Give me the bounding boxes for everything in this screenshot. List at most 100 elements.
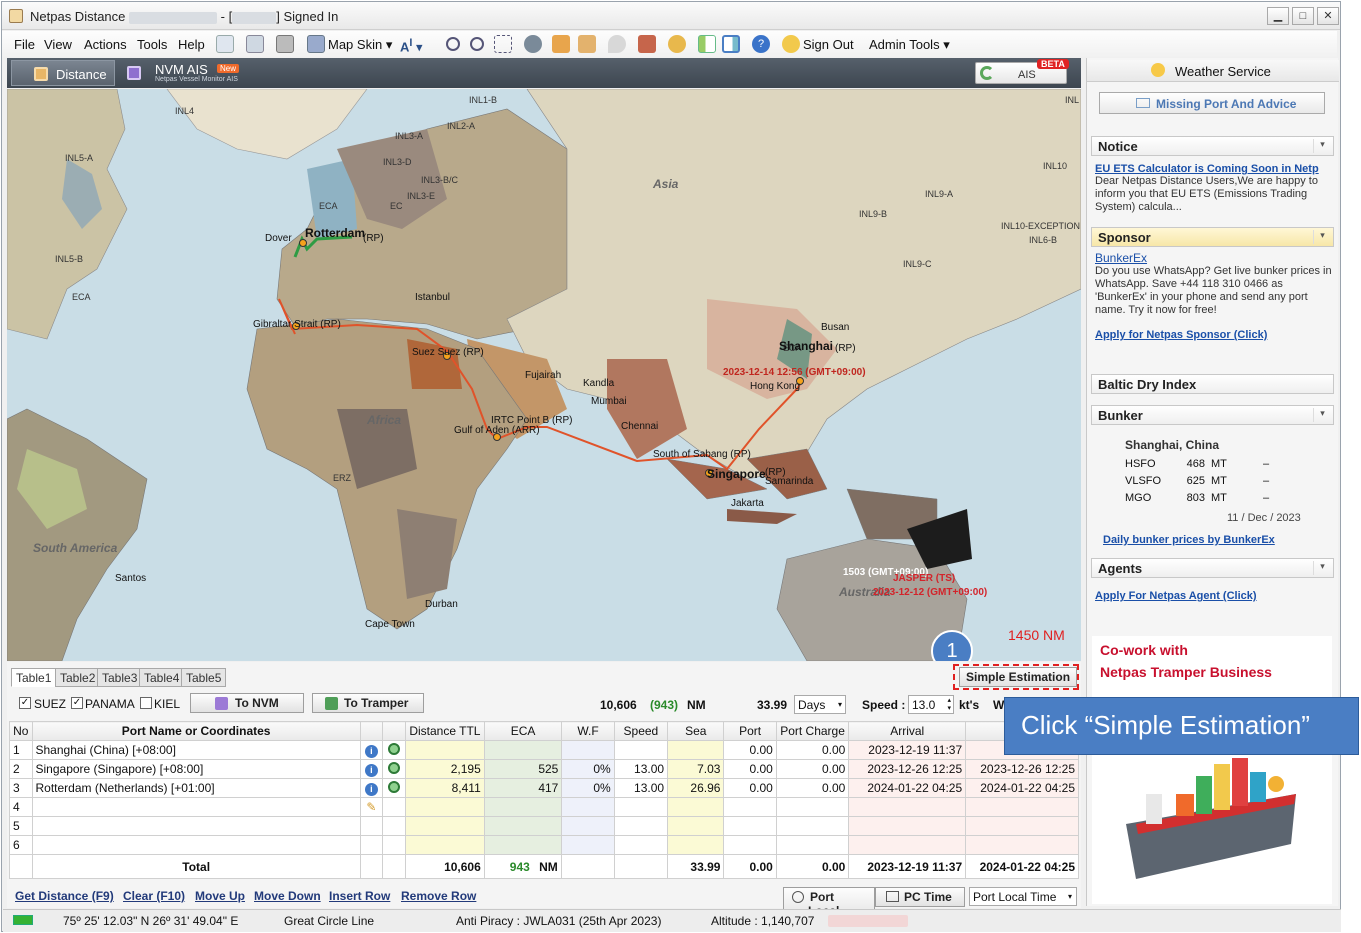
sponsor-link[interactable]: BunkerEx [1095,251,1333,265]
port-charge-cell[interactable]: 0.00 [775,740,850,760]
spinner-icon[interactable]: ▴ ▾ [947,697,951,713]
port-charge-cell[interactable] [775,835,850,855]
route-edit-icon[interactable] [552,35,570,53]
speed-cell[interactable] [613,740,669,760]
wf-cell[interactable] [561,797,615,817]
badge-icon[interactable] [668,35,686,53]
bunker-header[interactable]: Bunker ▾ [1091,405,1334,425]
wf-cell[interactable] [561,740,615,760]
port-charge-cell[interactable] [775,797,850,817]
menu-view[interactable]: View [44,37,72,52]
to-nvm-button[interactable]: To NVM [190,693,304,713]
chevron-down-icon[interactable]: ▾ [1313,139,1331,153]
apply-sponsor-link[interactable]: Apply for Netpas Sponsor (Click) [1095,329,1333,341]
minimize-button[interactable]: ▁ [1267,7,1289,25]
clear-link[interactable]: Clear (F10) [123,889,185,903]
remove-row-link[interactable]: Remove Row [401,889,476,903]
table-row[interactable]: 3 Rotterdam (Netherlands) [+01:00] i 8,411 4… [9,778,1079,798]
move-down-link[interactable]: Move Down [254,889,321,903]
missing-port-button[interactable]: Missing Port And Advice [1099,92,1325,114]
info-icon[interactable]: i [364,782,378,796]
print-icon[interactable] [276,35,294,53]
locate-on-map-icon[interactable] [388,761,400,774]
maximize-button[interactable]: □ [1292,7,1314,25]
agents-header[interactable]: Agents ▾ [1091,558,1334,578]
notepad-icon[interactable] [216,35,234,53]
time-mode-select[interactable]: Port Local Time ▾ [969,887,1077,906]
table-row[interactable]: 1 Shanghai (China) [+08:00] i 0.00 0.00 2023-… [9,740,1079,760]
port-days-cell[interactable]: 0.00 [723,778,777,798]
port-days-cell[interactable] [723,797,777,817]
piracy-icon[interactable] [524,35,542,53]
drop-icon[interactable] [608,35,626,53]
info-icon[interactable]: i [364,763,378,777]
port-name-cell[interactable]: Rotterdam (Netherlands) [+01:00] [31,778,361,798]
port-name-cell[interactable] [31,835,361,855]
pc-time-button[interactable]: PC Time [875,887,965,907]
wf-cell[interactable]: 0% [561,778,615,798]
ship-icon[interactable] [638,35,656,53]
tab-table1[interactable]: Table1 [11,668,57,687]
menu-actions[interactable]: Actions [84,37,127,52]
sign-out-button[interactable]: Sign Out [803,37,854,52]
apply-agent-link[interactable]: Apply For Netpas Agent (Click) [1095,590,1257,602]
port-days-cell[interactable] [723,835,777,855]
to-tramper-button[interactable]: To Tramper [312,693,424,713]
speed-cell[interactable] [613,816,669,836]
tab-table3[interactable]: Table3 [97,668,143,687]
days-unit-select[interactable]: Days ▾ [794,695,846,714]
chevron-down-icon[interactable]: ▾ [1313,408,1331,422]
daily-bunker-link[interactable]: Daily bunker prices by BunkerEx [1103,534,1275,546]
sponsor-header[interactable]: Sponsor ▾ [1091,227,1334,247]
baltic-dry-index-header[interactable]: Baltic Dry Index [1091,374,1334,394]
menu-map-skin[interactable]: Map Skin ▾ [328,37,392,53]
port-name-cell[interactable]: Shanghai (China) [+08:00] [31,740,361,760]
locate-on-map-icon[interactable] [388,780,400,793]
port-days-cell[interactable]: 0.00 [723,759,777,779]
port-days-cell[interactable]: 0.00 [723,740,777,760]
port-charge-cell[interactable] [775,816,850,836]
camera-icon[interactable] [246,35,264,53]
info-icon[interactable]: i [364,744,378,758]
panama-checkbox[interactable]: ✓ [71,697,83,709]
route-tools-icon[interactable] [578,35,596,53]
port-name-cell[interactable] [31,816,361,836]
move-up-link[interactable]: Move Up [195,889,245,903]
fit-map-icon[interactable] [494,35,512,53]
tab-nvm-ais[interactable]: NVM AIS New Netpas Vessel Monitor AIS [123,60,253,86]
weather-service-bar[interactable]: Weather Service [1087,60,1339,82]
port-charge-cell[interactable]: 0.00 [775,759,850,779]
zoom-in-icon[interactable] [446,37,460,51]
kiel-checkbox[interactable] [140,697,152,709]
table-row[interactable]: 4 ✎ [9,797,1079,817]
insert-row-link[interactable]: Insert Row [329,889,390,903]
speed-cell[interactable] [613,797,669,817]
menu-tools[interactable]: Tools [137,37,167,52]
get-distance-link[interactable]: Get Distance (F9) [15,889,114,903]
zoom-out-icon[interactable] [470,37,484,51]
font-size-icon[interactable]: AI ▾ [400,37,423,55]
chevron-down-icon[interactable]: ▾ [1313,561,1331,575]
port-name-cell[interactable] [31,797,361,817]
speed-cell[interactable]: 13.00 [613,778,669,798]
simple-estimation-button[interactable]: Simple Estimation [959,667,1078,687]
help-icon[interactable]: ? [752,35,770,53]
speed-input[interactable]: 13.0 ▴ ▾ [908,695,954,714]
suez-checkbox[interactable]: ✓ [19,697,31,709]
world-map[interactable]: INL1-B INL2-A INL3-A INL3-D INL3-B/C INL… [7,89,1081,661]
tab-table4[interactable]: Table4 [139,668,185,687]
locate-on-map-icon[interactable] [388,742,400,755]
table-row[interactable]: 5 [9,816,1079,836]
layout-left-icon[interactable] [698,35,716,53]
tramper-ad-banner[interactable]: Co-work with Netpas Tramper Business [1092,636,1332,904]
layout-right-icon[interactable] [722,35,740,53]
table-row[interactable]: 6 [9,835,1079,855]
notice-link[interactable]: EU ETS Calculator is Coming Soon in Netp [1095,163,1333,175]
tab-table2[interactable]: Table2 [55,668,101,687]
tab-distance[interactable]: Distance [11,60,115,86]
pencil-icon[interactable]: ✎ [366,800,376,814]
menu-help[interactable]: Help [178,37,205,52]
speed-cell[interactable] [613,835,669,855]
menu-admin-tools[interactable]: Admin Tools ▾ [869,37,950,53]
speed-cell[interactable]: 13.00 [613,759,669,779]
